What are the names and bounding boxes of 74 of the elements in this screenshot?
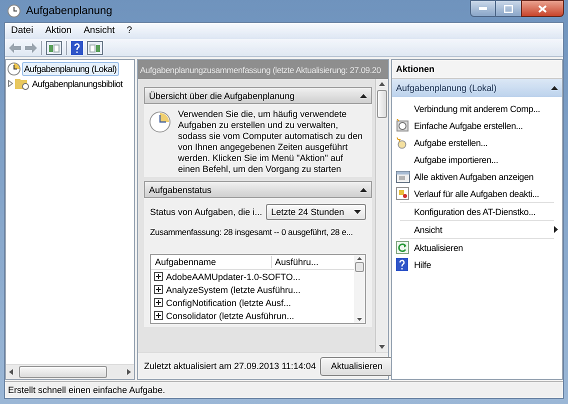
column-header[interactable]: Aufgabenname <box>151 256 271 268</box>
menu-item[interactable]: ? <box>126 25 132 37</box>
help-icon <box>396 258 408 271</box>
refresh-button[interactable]: Aktualisieren <box>320 356 394 376</box>
collapsed-arrow-icon[interactable] <box>8 80 13 87</box>
refresh-icon <box>396 241 409 254</box>
close-button[interactable] <box>521 0 564 17</box>
menu-item[interactable]: Ansicht <box>84 25 115 37</box>
scroll-right-icon[interactable] <box>127 369 131 375</box>
action-item[interactable]: Aufgabe erstellen... <box>414 136 488 148</box>
clock-icon <box>7 4 21 18</box>
action-pane-icon[interactable] <box>87 40 103 54</box>
action-item[interactable]: Einfache Aufgabe erstellen... <box>414 120 523 132</box>
action-item[interactable]: Aufgabe importieren... <box>414 154 498 166</box>
scrollbar-thumb[interactable] <box>19 366 107 378</box>
vertical-scrollbar[interactable] <box>375 79 388 352</box>
collapse-arrow-icon[interactable] <box>360 94 367 98</box>
table-cell: Consolidator (letzte Ausführun... <box>166 310 294 322</box>
table-cell: AnalyzeSystem (letzte Ausführu... <box>166 284 301 296</box>
tree-item[interactable]: Aufgabenplanungsbibliot <box>30 76 125 90</box>
section-title: Aufgabenstatus <box>149 184 212 196</box>
table-cell: ConfigNotification (letzte Ausf... <box>166 296 292 308</box>
action-item[interactable]: Verbindung mit anderem Comp... <box>414 102 540 114</box>
expand-box-icon[interactable] <box>154 285 163 294</box>
status-bar: Erstellt schnell einen einfache Aufgabe. <box>5 381 563 398</box>
minimize-button[interactable] <box>470 0 496 17</box>
menu-item[interactable]: Datei <box>11 25 34 37</box>
overview-description: Verwenden Sie die, um häufig verwendete Aufgaben zu erstellen und zu verwalten, sodass sie vom Computer automatisch zu den von Ihnen angegebenen Zeiten ausgeführt werden. Klicken Sie im Menü "Aktion" auf einen Befehl, um den Vorgang zu starten <box>178 109 364 175</box>
action-item[interactable]: Verlauf für alle Aufgaben deakti... <box>414 188 540 200</box>
tree-item[interactable]: Aufgabenplanung (Lokal) <box>22 62 119 76</box>
maximize-button[interactable] <box>496 0 521 17</box>
minimize-icon <box>479 7 487 10</box>
collapse-arrow-icon[interactable] <box>551 86 558 90</box>
scroll-up-icon[interactable] <box>379 82 385 86</box>
folder-clock-icon <box>15 78 29 90</box>
action-item[interactable]: Aktualisieren <box>414 242 463 254</box>
column-header[interactable]: Ausführu... <box>271 256 322 268</box>
collapse-arrow-icon[interactable] <box>360 188 367 192</box>
actions-group-header[interactable]: Aufgabenplanung (Lokal) <box>392 79 562 97</box>
scrollbar-thumb[interactable] <box>355 262 364 272</box>
section-header[interactable]: Übersicht über die Aufgabenplanung <box>144 87 372 104</box>
action-item[interactable]: Hilfe <box>414 258 432 270</box>
scroll-up-icon[interactable] <box>357 257 362 260</box>
expand-box-icon[interactable] <box>154 272 163 281</box>
dropdown-caret-icon <box>354 210 361 214</box>
window-title: Aufgabenplanung <box>26 5 112 17</box>
help-icon[interactable] <box>71 40 83 54</box>
close-icon <box>538 4 547 12</box>
last-updated-text: Zuletzt aktualisiert am 27.09.2013 11:14:04 <box>144 360 316 372</box>
window-list-icon <box>396 170 410 182</box>
submenu-arrow-icon <box>554 226 558 233</box>
maximize-icon <box>504 4 513 12</box>
summary-text: Zusammenfassung: 28 insgesamt -- 0 ausgeführt, 28 e... <box>150 226 353 238</box>
history-icon <box>396 187 409 200</box>
action-item[interactable]: Konfiguration des AT-Dienstko... <box>414 206 536 218</box>
scrollbar-thumb[interactable] <box>377 90 387 118</box>
console-tree-icon[interactable] <box>46 40 62 54</box>
section-title: Übersicht über die Aufgabenplanung <box>149 90 295 102</box>
scroll-left-icon[interactable] <box>9 369 13 375</box>
scroll-down-icon[interactable] <box>357 318 362 321</box>
time-range-dropdown[interactable]: Letzte 24 Stunden <box>266 204 366 220</box>
menu-item[interactable]: Aktion <box>45 25 72 37</box>
filter-label: Status von Aufgaben, die i... <box>150 206 262 218</box>
expand-box-icon[interactable] <box>154 311 163 320</box>
action-item[interactable]: Ansicht <box>414 224 442 236</box>
actions-header: Aktionen <box>392 60 562 79</box>
action-item[interactable]: Alle aktiven Aufgaben anzeigen <box>414 170 534 182</box>
summary-header: Aufgabenplanungzusammenfassung (letzte Aktualisierung: 27.09.20 <box>138 60 388 79</box>
horizontal-scrollbar[interactable] <box>6 364 134 379</box>
clock-icon <box>149 111 171 133</box>
table-cell: AdobeAAMUpdater-1.0-SOFTO... <box>166 270 300 282</box>
scroll-down-icon[interactable] <box>379 345 385 349</box>
expand-box-icon[interactable] <box>154 298 163 307</box>
section-header[interactable]: Aufgabenstatus <box>144 181 372 198</box>
